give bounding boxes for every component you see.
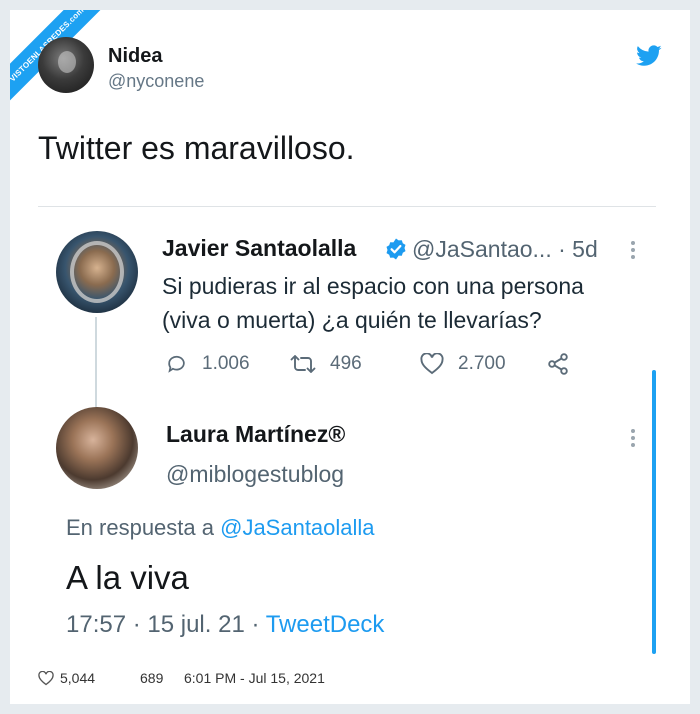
tweet-card: VISTOENLASREDES.com Nidea @nyconene Twit… — [10, 10, 690, 704]
author-avatar[interactable] — [38, 37, 94, 93]
like-count: 5,044 — [60, 670, 96, 686]
more-options-icon[interactable] — [631, 238, 637, 262]
tweet-timestamp[interactable]: 6:01 PM - Jul 15, 2021 — [184, 670, 325, 686]
retweet-count: 496 — [330, 353, 362, 374]
original-age: 5d — [572, 236, 598, 262]
like-count: 2.700 — [458, 353, 506, 374]
reply-button[interactable]: 1.006 — [166, 349, 250, 379]
reply-author-avatar[interactable] — [56, 407, 138, 489]
reply-text: A la viva — [66, 559, 189, 596]
author-handle[interactable]: @nyconene — [108, 71, 204, 92]
reply-author-handle[interactable]: @miblogestublog — [166, 461, 344, 488]
thread-connector — [95, 317, 97, 415]
share-icon — [548, 353, 568, 375]
reply-time[interactable]: 17:57 — [66, 611, 126, 638]
reply-count: 1.006 — [202, 353, 250, 374]
reply-icon — [168, 355, 185, 373]
reply-meta: 17:57 · 15 jul. 21 · TweetDeck — [66, 611, 385, 638]
original-author-name[interactable]: Javier Santaolalla — [162, 235, 356, 262]
embedded-screenshot: Javier Santaolalla @JaSantao... · 5d Si … — [38, 215, 656, 655]
tweet-header: Nidea @nyconene — [38, 37, 670, 95]
reply-date[interactable]: 15 jul. 21 — [147, 611, 244, 638]
original-handle-text: @JaSantao... — [412, 236, 552, 262]
like-icon — [420, 353, 444, 375]
original-author-avatar[interactable] — [56, 231, 138, 313]
highlight-bar — [652, 370, 656, 654]
heart-icon[interactable] — [38, 671, 54, 686]
original-author-handle[interactable]: @JaSantao... · 5d — [412, 236, 598, 263]
reply-mention-link[interactable]: @JaSantaolalla — [220, 515, 374, 540]
retweet-icon — [290, 355, 316, 373]
author-name[interactable]: Nidea — [108, 45, 162, 68]
tweet-text: Twitter es maravilloso. — [38, 130, 355, 166]
reply-more-options-icon[interactable] — [631, 426, 637, 450]
reply-prefix: En respuesta a — [66, 515, 214, 540]
verified-badge-icon — [386, 238, 406, 260]
retweet-count: 689 — [140, 670, 164, 686]
like-button[interactable]: 2.700 — [420, 349, 506, 379]
reply-context: En respuesta a @JaSantaolalla — [66, 515, 375, 541]
share-button[interactable] — [546, 349, 584, 379]
watermark-suffix: .com — [65, 10, 86, 26]
divider — [38, 206, 656, 207]
reply-author-name[interactable]: Laura Martínez® — [166, 421, 345, 448]
original-tweet-text: Si pudieras ir al espacio con una person… — [162, 273, 584, 333]
original-actions: 1.006 496 2.700 — [166, 349, 586, 379]
twitter-bird-icon — [636, 45, 662, 66]
reply-source-link[interactable]: TweetDeck — [266, 611, 385, 638]
retweet-button[interactable]: 496 — [290, 349, 362, 379]
